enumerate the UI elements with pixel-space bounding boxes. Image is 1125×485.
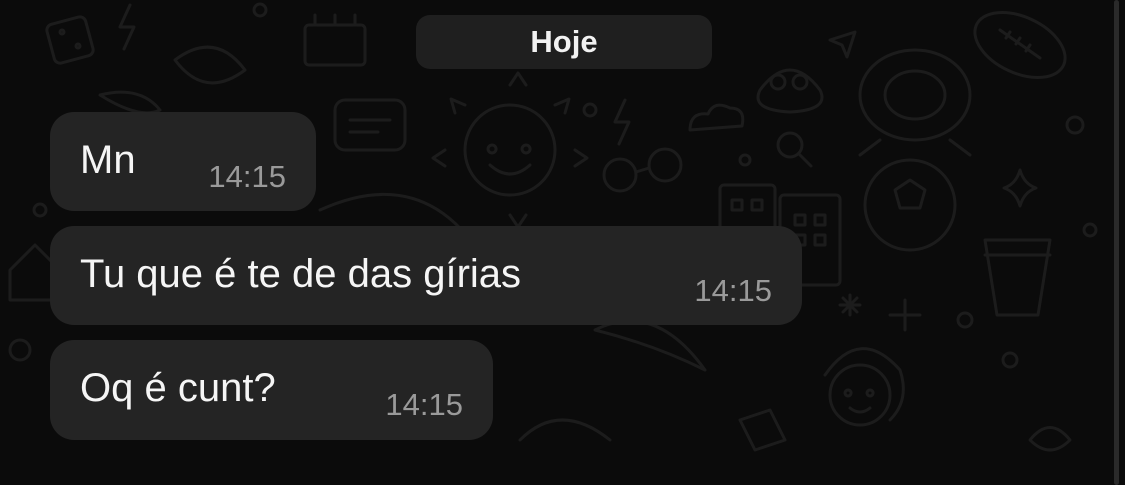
asterisk-doodle-icon: [838, 293, 862, 317]
message-timestamp: 14:15: [385, 387, 463, 422]
flower-pot-doodle-icon: [983, 238, 1052, 317]
speech-bubble-doodle-icon: [333, 98, 407, 152]
scrollbar[interactable]: [1114, 0, 1119, 485]
message-text: Mn: [80, 138, 136, 182]
message-timestamp: 14:15: [208, 159, 286, 194]
message-bubble-incoming[interactable]: Mn 14:15: [50, 112, 316, 211]
football-doodle-icon: [973, 11, 1067, 79]
sparkle-doodle-icon: [1002, 168, 1038, 208]
person-doodle-icon: [823, 347, 905, 427]
magnifier-doodle-icon: [776, 131, 813, 168]
croissant-doodle-icon: [593, 319, 707, 372]
message-bubble-incoming[interactable]: Oq é cunt? 14:15: [50, 340, 493, 440]
paper-plane-doodle-icon: [828, 30, 857, 59]
lightning-doodle-icon: [613, 98, 631, 146]
dice-doodle-icon: [45, 15, 95, 65]
sun-doodle-icon: [431, 71, 589, 229]
eyes-blob-doodle-icon: [756, 68, 824, 114]
leaf-doodle-icon: [173, 45, 247, 85]
message-text: Oq é cunt?: [80, 366, 276, 410]
cloud-doodle-icon: [688, 103, 745, 132]
lightning-left-doodle-icon: [118, 3, 136, 51]
message-timestamp: 14:15: [694, 273, 772, 308]
plus-doodle-icon: [888, 298, 922, 332]
soccer-ball-doodle-icon: [863, 158, 957, 252]
date-separator: Hoje: [416, 15, 712, 69]
date-separator-label: Hoje: [530, 24, 598, 59]
hand-doodle-icon: [98, 90, 162, 115]
message-text: Tu que é te de das gírias: [80, 252, 522, 296]
cake-doodle-icon: [303, 13, 367, 67]
turtle-doodle-icon: [858, 48, 972, 157]
glasses-doodle-icon: [602, 147, 683, 193]
small-circle-doodle-icon: [8, 338, 32, 362]
bottom-doodle-icon: [518, 418, 612, 442]
message-bubble-incoming[interactable]: Tu que é te de das gírias 14:15: [50, 226, 802, 325]
